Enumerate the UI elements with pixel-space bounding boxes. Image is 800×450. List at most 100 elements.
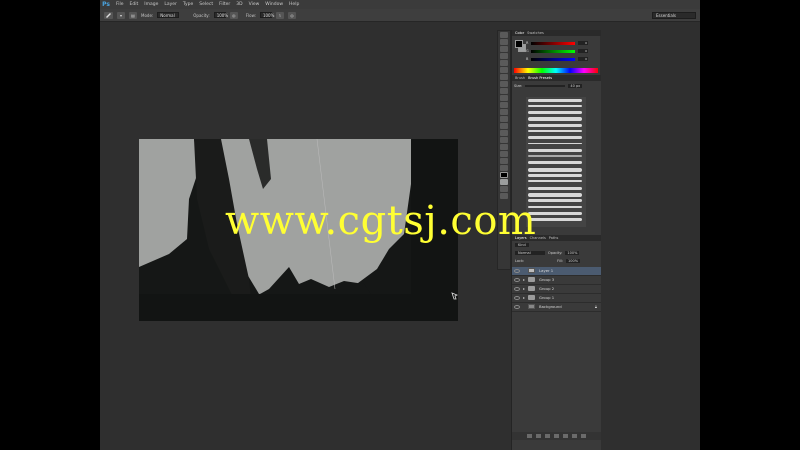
brush-tool-icon[interactable] bbox=[500, 81, 508, 87]
menu-items: File Edit Image Layer Type Select Filter… bbox=[116, 2, 299, 7]
add-mask-icon[interactable] bbox=[545, 434, 550, 438]
visibility-eye-icon[interactable] bbox=[514, 304, 520, 309]
menu-file[interactable]: File bbox=[116, 2, 124, 7]
marquee-tool-icon[interactable] bbox=[500, 39, 508, 45]
menu-view[interactable]: View bbox=[249, 2, 260, 7]
background-color-icon[interactable] bbox=[500, 179, 508, 185]
red-ramp[interactable] bbox=[531, 42, 575, 45]
layer-row[interactable]: Layer 1 bbox=[512, 267, 601, 276]
lasso-tool-icon[interactable] bbox=[500, 46, 508, 52]
airbrush-button[interactable]: ⌇ bbox=[275, 11, 284, 19]
layer-name: Layer 1 bbox=[539, 268, 554, 274]
menu-image[interactable]: Image bbox=[144, 2, 158, 7]
layer-name: Background bbox=[539, 304, 562, 310]
green-value[interactable]: 0 bbox=[578, 49, 588, 53]
flow-field[interactable]: 100% bbox=[259, 12, 274, 18]
expand-arrow-icon[interactable]: ▸ bbox=[522, 277, 526, 282]
tab-paths[interactable]: Paths bbox=[549, 236, 559, 240]
gradient-tool-icon[interactable] bbox=[500, 109, 508, 115]
layer-group-row[interactable]: ▸ Group 2 bbox=[512, 285, 601, 294]
history-brush-tool-icon[interactable] bbox=[500, 95, 508, 101]
layer-style-icon[interactable] bbox=[536, 434, 541, 438]
blur-tool-icon[interactable] bbox=[500, 116, 508, 122]
visibility-eye-icon[interactable] bbox=[514, 268, 520, 273]
pressure-size-button[interactable]: ◎ bbox=[287, 11, 296, 19]
menu-type[interactable]: Type bbox=[183, 2, 193, 7]
type-tool-icon[interactable] bbox=[500, 137, 508, 143]
color-panel: Color Swatches R 0 G 0 B 0 bbox=[512, 30, 601, 74]
foreground-color-icon[interactable] bbox=[500, 172, 508, 178]
expand-arrow-icon[interactable]: ▸ bbox=[522, 295, 526, 300]
eyedropper-tool-icon[interactable] bbox=[500, 67, 508, 73]
mode-select[interactable]: Normal bbox=[157, 12, 180, 18]
brush-panel-tabs: Brush Brush Presets bbox=[512, 75, 601, 81]
color-panel-tabs: Color Swatches bbox=[512, 30, 601, 36]
menu-select[interactable]: Select bbox=[199, 2, 213, 7]
opacity-label: Opacity: bbox=[193, 12, 210, 18]
trash-icon[interactable] bbox=[581, 434, 586, 438]
color-spectrum-bar[interactable] bbox=[514, 68, 598, 73]
toggle-brush-panel-button[interactable]: ▤ bbox=[129, 11, 137, 19]
blue-ramp[interactable] bbox=[531, 58, 575, 61]
visibility-eye-icon[interactable] bbox=[514, 277, 520, 282]
green-ramp[interactable] bbox=[531, 50, 575, 53]
blue-value[interactable]: 0 bbox=[578, 57, 588, 61]
shape-tool-icon[interactable] bbox=[500, 151, 508, 157]
visibility-eye-icon[interactable] bbox=[514, 295, 520, 300]
foreground-swatch[interactable] bbox=[515, 40, 523, 48]
new-layer-icon[interactable] bbox=[572, 434, 577, 438]
hand-tool-icon[interactable] bbox=[500, 158, 508, 164]
layer-group-row[interactable]: ▸ Group 1 bbox=[512, 294, 601, 303]
zoom-tool-icon[interactable] bbox=[500, 165, 508, 171]
quick-select-tool-icon[interactable] bbox=[500, 53, 508, 59]
size-slider[interactable] bbox=[525, 85, 566, 87]
new-group-icon[interactable] bbox=[563, 434, 568, 438]
options-bar: ▾ ▤ Mode: Normal Opacity: 100% ◎ Flow: 1… bbox=[100, 9, 700, 22]
crop-tool-icon[interactable] bbox=[500, 60, 508, 66]
layer-row[interactable]: Background 🔒︎ bbox=[512, 303, 601, 312]
red-value[interactable]: 0 bbox=[578, 41, 588, 45]
flow-label: Flow: bbox=[245, 12, 256, 18]
menu-help[interactable]: Help bbox=[289, 2, 299, 7]
layer-group-row[interactable]: ▸ Group 3 bbox=[512, 276, 601, 285]
adjustment-layer-icon[interactable] bbox=[554, 434, 559, 438]
menu-window[interactable]: Window bbox=[265, 2, 283, 7]
move-tool-icon[interactable] bbox=[500, 32, 508, 38]
dodge-tool-icon[interactable] bbox=[500, 123, 508, 129]
menu-filter[interactable]: Filter bbox=[219, 2, 230, 7]
healing-tool-icon[interactable] bbox=[500, 74, 508, 80]
visibility-eye-icon[interactable] bbox=[514, 286, 520, 291]
blend-mode-select[interactable]: Normal bbox=[515, 251, 545, 255]
eraser-tool-icon[interactable] bbox=[500, 102, 508, 108]
expand-arrow-icon[interactable]: ▸ bbox=[522, 286, 526, 291]
tab-brush-presets[interactable]: Brush Presets bbox=[528, 76, 552, 80]
size-value[interactable]: 40 px bbox=[568, 84, 583, 88]
brush-tool-preset-button[interactable] bbox=[104, 11, 113, 19]
path-select-tool-icon[interactable] bbox=[500, 144, 508, 150]
menu-3d[interactable]: 3D bbox=[236, 2, 242, 7]
pressure-opacity-button[interactable]: ◎ bbox=[229, 11, 238, 19]
pen-tool-icon[interactable] bbox=[500, 130, 508, 136]
quick-mask-icon[interactable] bbox=[500, 186, 508, 192]
layer-thumbnail bbox=[528, 268, 535, 274]
blue-slider[interactable]: B 0 bbox=[526, 57, 589, 61]
tab-brush[interactable]: Brush bbox=[515, 76, 525, 80]
layer-opacity-field[interactable]: 100% bbox=[565, 251, 580, 255]
layers-panel: Layers Channels Paths Kind Normal Opacit… bbox=[512, 235, 601, 450]
clone-stamp-tool-icon[interactable] bbox=[500, 88, 508, 94]
workspace-select[interactable]: Essentials bbox=[652, 12, 696, 19]
menu-layer[interactable]: Layer bbox=[164, 2, 177, 7]
layer-thumbnail bbox=[528, 304, 535, 310]
bottom-band bbox=[139, 294, 458, 321]
layer-name: Group 2 bbox=[539, 286, 555, 292]
fill-field[interactable]: 100% bbox=[566, 259, 581, 263]
tab-color[interactable]: Color bbox=[515, 31, 524, 35]
tab-swatches[interactable]: Swatches bbox=[527, 31, 544, 35]
link-layers-icon[interactable] bbox=[527, 434, 532, 438]
opacity-field[interactable]: 100% bbox=[213, 12, 228, 18]
green-slider[interactable]: G 0 bbox=[526, 49, 589, 53]
brush-picker-button[interactable]: ▾ bbox=[117, 11, 125, 19]
red-slider[interactable]: R 0 bbox=[526, 41, 589, 45]
menu-edit[interactable]: Edit bbox=[130, 2, 139, 7]
photoshop-logo-icon: Ps bbox=[102, 1, 110, 8]
